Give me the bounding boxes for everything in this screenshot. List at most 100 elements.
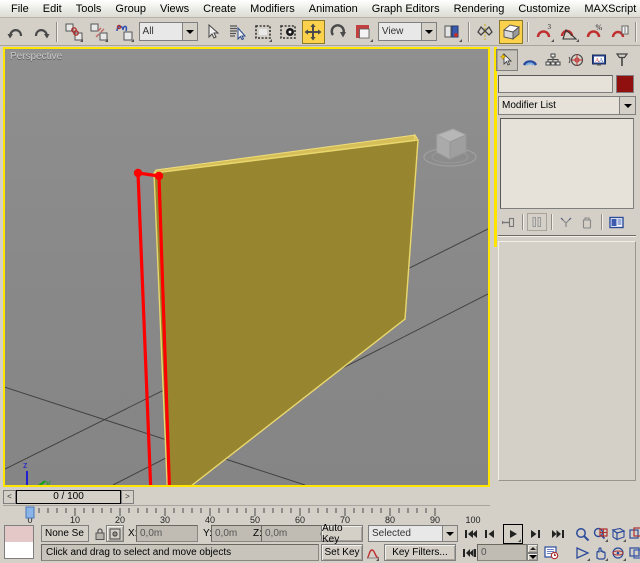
time-configuration-button[interactable] [541, 543, 561, 563]
align-button[interactable] [499, 20, 523, 44]
menu-item-file[interactable]: File [4, 1, 36, 17]
zoom-all-button[interactable] [590, 524, 610, 544]
spinner-snap-toggle-button[interactable] [608, 20, 631, 44]
zoom-extents-button[interactable] [608, 524, 628, 544]
menu-item-modifiers[interactable]: Modifiers [243, 1, 302, 17]
configure-modifier-sets-button[interactable] [606, 213, 626, 231]
modifier-stack-list[interactable] [500, 118, 634, 209]
angle-snap-toggle-button[interactable] [558, 20, 581, 44]
arc-rotate-button[interactable] [608, 543, 628, 563]
use-pivot-point-center-button[interactable] [440, 20, 463, 44]
menu-item-edit[interactable]: Edit [36, 1, 69, 17]
utilities-tab[interactable] [611, 49, 633, 71]
create-tab[interactable] [496, 49, 518, 71]
svg-text:30: 30 [160, 515, 170, 524]
max-application-window: File Edit Tools Group Views Create Modif… [0, 0, 640, 563]
modifier-list-dropdown[interactable]: Modifier List [498, 96, 636, 115]
select-and-scale-button[interactable] [352, 20, 375, 44]
x-coordinate-input[interactable]: 0,0m [136, 525, 198, 542]
hammer-icon [614, 52, 630, 68]
time-slider-prev-button[interactable]: < [3, 490, 16, 504]
parameter-curve-out-of-range-button[interactable] [365, 543, 381, 563]
make-unique-button[interactable] [556, 213, 576, 231]
command-panel-tabs: A A [496, 48, 638, 72]
key-mode-filter-dropdown[interactable]: Selected [368, 525, 458, 542]
command-panel-rollout-area[interactable] [498, 241, 636, 481]
show-end-result-button[interactable] [527, 213, 547, 231]
pan-view-button[interactable] [590, 543, 610, 563]
selection-filter-dropdown[interactable]: All [139, 22, 199, 41]
maximize-viewport-button[interactable] [626, 543, 640, 563]
command-panel: A A Modifier List [494, 47, 640, 487]
object-name-input[interactable] [498, 75, 613, 93]
lock-icon [94, 527, 106, 541]
key-filters-button[interactable]: Key Filters... [384, 544, 456, 561]
key-mode-toggle-button[interactable] [459, 543, 479, 563]
play-animation-button[interactable] [503, 524, 523, 544]
motion-tab[interactable] [565, 49, 587, 71]
z-coordinate-input[interactable]: 0,0m [261, 525, 323, 542]
menu-item-graph-editors[interactable]: Graph Editors [365, 1, 447, 17]
select-and-move-button[interactable] [302, 20, 325, 44]
unlink-selection-button[interactable] [87, 20, 110, 44]
command-panel-divider [498, 235, 636, 237]
select-and-rotate-button[interactable] [327, 20, 350, 44]
snaps-toggle-button[interactable]: 3 [533, 20, 556, 44]
select-by-name-button[interactable] [226, 20, 249, 44]
percent-snap-toggle-button[interactable]: % [583, 20, 606, 44]
redo-button[interactable] [29, 20, 52, 44]
next-frame-button[interactable] [525, 524, 545, 544]
menu-item-animation[interactable]: Animation [302, 1, 365, 17]
frame-spinner[interactable] [527, 544, 538, 561]
chevron-down-icon[interactable] [442, 526, 457, 541]
field-of-view-button[interactable] [572, 543, 592, 563]
set-key-button[interactable]: Set Key [321, 544, 363, 561]
chevron-down-icon[interactable] [421, 23, 436, 40]
auto-key-button[interactable]: Auto Key [321, 525, 363, 542]
menu-item-views[interactable]: Views [153, 1, 196, 17]
time-slider-thumb[interactable]: 0 / 100 [16, 490, 121, 504]
current-frame-input[interactable]: 0 [477, 544, 527, 561]
object-color-swatch[interactable] [616, 75, 634, 93]
menu-item-group[interactable]: Group [108, 1, 153, 17]
track-bar[interactable]: 010 2030 4050 6070 8090 100 [3, 505, 490, 523]
perspective-viewport[interactable]: Perspective [3, 47, 490, 487]
hierarchy-tab[interactable] [542, 49, 564, 71]
svg-text:80: 80 [385, 515, 395, 524]
menu-item-tools[interactable]: Tools [69, 1, 109, 17]
step-forward-icon [528, 528, 542, 540]
absolute-relative-transform-toggle[interactable] [106, 525, 124, 542]
rectangular-selection-region-button[interactable] [251, 20, 274, 44]
menu-item-rendering[interactable]: Rendering [447, 1, 512, 17]
chevron-down-icon[interactable] [619, 97, 635, 114]
toolbar-separator [527, 22, 529, 42]
menu-item-maxscript[interactable]: MAXScript [577, 1, 640, 17]
menu-item-create[interactable]: Create [196, 1, 243, 17]
trash-icon [581, 216, 593, 229]
select-object-button[interactable] [201, 20, 224, 44]
bind-to-space-warp-button[interactable] [112, 20, 135, 44]
svg-text:20: 20 [115, 515, 125, 524]
undo-button[interactable] [4, 20, 27, 44]
pin-stack-button[interactable] [498, 213, 518, 231]
chevron-down-icon[interactable] [182, 23, 197, 40]
menu-item-customize[interactable]: Customize [511, 1, 577, 17]
mirror-button[interactable] [474, 20, 497, 44]
remove-modifier-button[interactable] [577, 213, 597, 231]
viewport-label[interactable]: Perspective [10, 51, 62, 62]
previous-frame-button[interactable] [481, 524, 501, 544]
display-tab[interactable]: A A [588, 49, 610, 71]
select-and-link-button[interactable] [62, 20, 85, 44]
rainbow-arc-icon [522, 52, 538, 68]
goto-end-button[interactable] [548, 524, 568, 544]
viewport-canvas[interactable]: z x y [5, 49, 488, 485]
goto-start-button[interactable] [461, 524, 481, 544]
step-back-icon [484, 528, 498, 540]
time-slider-next-button[interactable]: > [121, 490, 134, 504]
zoom-region-button[interactable] [626, 524, 640, 544]
reference-coordinate-system-dropdown[interactable]: View [378, 22, 438, 41]
zoom-button[interactable] [572, 524, 592, 544]
window-crossing-toggle-button[interactable] [276, 20, 299, 44]
svg-text:100: 100 [465, 515, 480, 524]
modify-tab[interactable] [519, 49, 541, 71]
